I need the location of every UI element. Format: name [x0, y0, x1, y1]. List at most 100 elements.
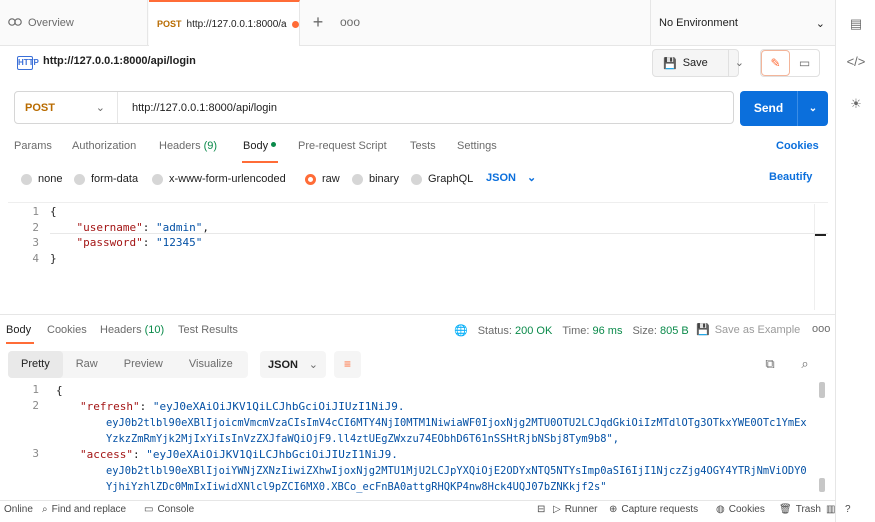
- radio-form-data[interactable]: form-data: [74, 171, 138, 187]
- scroll-position-marker: [815, 234, 826, 236]
- editor-scrollbar[interactable]: [814, 204, 828, 310]
- chevron-down-icon: ⌄: [308, 359, 318, 371]
- comment-icon[interactable]: ▭: [790, 50, 819, 76]
- wrap-lines-icon[interactable]: ≡: [334, 351, 361, 378]
- cookie-icon: ◍: [716, 504, 725, 515]
- more-tabs-icon[interactable]: ooo: [340, 12, 360, 32]
- json-value: eyJ0b2tlbl90eXBlIjoicmVmcmVzaCIsImV4cCI6…: [106, 417, 807, 429]
- open-brace: {: [56, 384, 63, 397]
- find-replace-button[interactable]: ⌕ Find and replace: [42, 504, 126, 515]
- response-line: YzkzZmRmYjk2MjIxYiIsInVzZXJfaWQiOjF9.ll4…: [106, 431, 619, 447]
- code-line: }: [50, 252, 57, 265]
- size-info[interactable]: Size: 805 B: [632, 325, 688, 337]
- copy-icon[interactable]: ⧉: [762, 356, 778, 372]
- chevron-down-icon[interactable]: ⌄: [797, 91, 828, 126]
- status-info[interactable]: Status: 200 OK: [478, 325, 553, 337]
- method-label: POST: [25, 101, 55, 114]
- runner-button[interactable]: ▷ Runner: [553, 504, 598, 515]
- time-info[interactable]: Time: 96 ms: [562, 325, 622, 337]
- search-icon[interactable]: ⌕: [797, 356, 813, 372]
- online-label: Online: [4, 504, 33, 515]
- help-icon[interactable]: ?: [845, 504, 851, 515]
- capture-requests-button[interactable]: ⊕ Capture requests: [609, 504, 698, 515]
- radio-circle-selected: [305, 173, 316, 185]
- console-button[interactable]: ▭ Console: [144, 504, 194, 515]
- response-tab-body[interactable]: Body: [6, 324, 31, 336]
- globe-icon[interactable]: 🌐: [454, 324, 468, 337]
- active-tab-underline: [242, 161, 278, 163]
- radio-urlencoded[interactable]: x-www-form-urlencoded: [152, 171, 286, 187]
- runner-label: Runner: [564, 504, 598, 515]
- environment-quicklook-icon[interactable]: ▤: [846, 14, 866, 34]
- tab-overview[interactable]: Overview: [0, 0, 148, 46]
- tab-prerequest-script[interactable]: Pre-request Script: [298, 140, 387, 152]
- json-value: "eyJ0eXAiOiJKV1QiLCJhbGciOiJIUzI1NiJ9.: [152, 400, 405, 413]
- online-status[interactable]: Online: [4, 504, 33, 515]
- response-scrollbar[interactable]: [818, 382, 826, 492]
- beautify-button[interactable]: Beautify: [769, 171, 812, 183]
- scroll-thumb[interactable]: [819, 478, 825, 492]
- view-raw[interactable]: Raw: [63, 351, 111, 378]
- view-visualize[interactable]: Visualize: [176, 351, 246, 378]
- response-tab-cookies[interactable]: Cookies: [47, 324, 87, 336]
- environment-label: No Environment: [659, 17, 738, 29]
- tab-settings[interactable]: Settings: [457, 140, 497, 152]
- pencil-icon[interactable]: ✎: [761, 50, 791, 76]
- view-mode-toggle: ✎ ▭: [760, 49, 820, 77]
- tab-headers-label: Headers: [159, 140, 201, 152]
- line-number: 2: [32, 399, 39, 412]
- body-format-label: JSON: [486, 172, 516, 184]
- bootcamp-icon[interactable]: ⊟: [537, 504, 545, 515]
- code-line: "password": "12345": [76, 236, 203, 249]
- radio-binary[interactable]: binary: [352, 171, 399, 187]
- scroll-thumb[interactable]: [819, 382, 825, 398]
- view-preview[interactable]: Preview: [111, 351, 176, 378]
- more-options-icon[interactable]: ooo: [812, 323, 830, 335]
- tab-params[interactable]: Params: [14, 140, 52, 152]
- chevron-down-icon[interactable]: ⌄: [727, 50, 744, 76]
- view-pretty[interactable]: Pretty: [8, 351, 63, 378]
- request-title[interactable]: http://127.0.0.1:8000/api/login: [43, 55, 196, 67]
- response-format-select[interactable]: JSON ⌄: [260, 351, 326, 378]
- radio-form-data-label: form-data: [91, 173, 139, 185]
- cookies-button[interactable]: ◍ Cookies: [716, 504, 765, 515]
- console-icon: ▭: [144, 504, 154, 515]
- method-select[interactable]: POST ⌄: [15, 92, 118, 123]
- chevron-down-icon: ⌄: [95, 102, 105, 114]
- radio-graphql[interactable]: GraphQL: [411, 171, 473, 187]
- status-label: Status:: [477, 324, 512, 337]
- tab-authorization[interactable]: Authorization: [72, 140, 136, 152]
- unsaved-dot-icon: [292, 20, 299, 28]
- tab-request-active[interactable]: POST http://127.0.0.1:8000/api/login: [149, 0, 300, 46]
- layout-icon[interactable]: ▥: [826, 504, 835, 515]
- send-button[interactable]: Send ⌄: [740, 91, 828, 126]
- response-tab-test-results[interactable]: Test Results: [178, 324, 238, 336]
- new-tab-button[interactable]: +: [308, 12, 328, 32]
- body-format-select[interactable]: JSON ⌄: [486, 171, 536, 184]
- send-label: Send: [753, 101, 784, 115]
- save-as-example-button[interactable]: 💾 Save as Example: [696, 323, 800, 337]
- line-number: 1: [32, 383, 39, 396]
- tab-body[interactable]: Body: [243, 140, 277, 152]
- pane-divider[interactable]: [0, 314, 835, 315]
- response-tab-headers[interactable]: Headers (10): [100, 324, 164, 336]
- active-tab-underline: [6, 342, 34, 344]
- code-icon[interactable]: </>: [846, 52, 866, 72]
- radio-none[interactable]: none: [21, 171, 62, 187]
- line-number: 3: [32, 236, 39, 249]
- cookies-link[interactable]: Cookies: [776, 140, 819, 152]
- response-line: {: [56, 383, 63, 399]
- tab-method: POST: [157, 19, 182, 29]
- tab-tests[interactable]: Tests: [410, 140, 436, 152]
- request-body-editor[interactable]: [8, 202, 828, 310]
- save-button[interactable]: 💾 Save ⌄: [652, 49, 744, 77]
- url-input[interactable]: http://127.0.0.1:8000/api/login: [118, 102, 277, 114]
- trash-button[interactable]: 🗑 Trash: [779, 504, 821, 515]
- radio-raw[interactable]: raw: [305, 171, 340, 187]
- environment-select[interactable]: No Environment ⌄: [650, 0, 835, 46]
- tab-headers[interactable]: Headers (9): [159, 140, 217, 152]
- response-tab-headers-label: Headers: [100, 324, 142, 336]
- lightbulb-icon[interactable]: ☀: [846, 94, 866, 114]
- radio-circle: [352, 173, 363, 185]
- right-sidebar: ▤ </> ☀: [835, 0, 875, 522]
